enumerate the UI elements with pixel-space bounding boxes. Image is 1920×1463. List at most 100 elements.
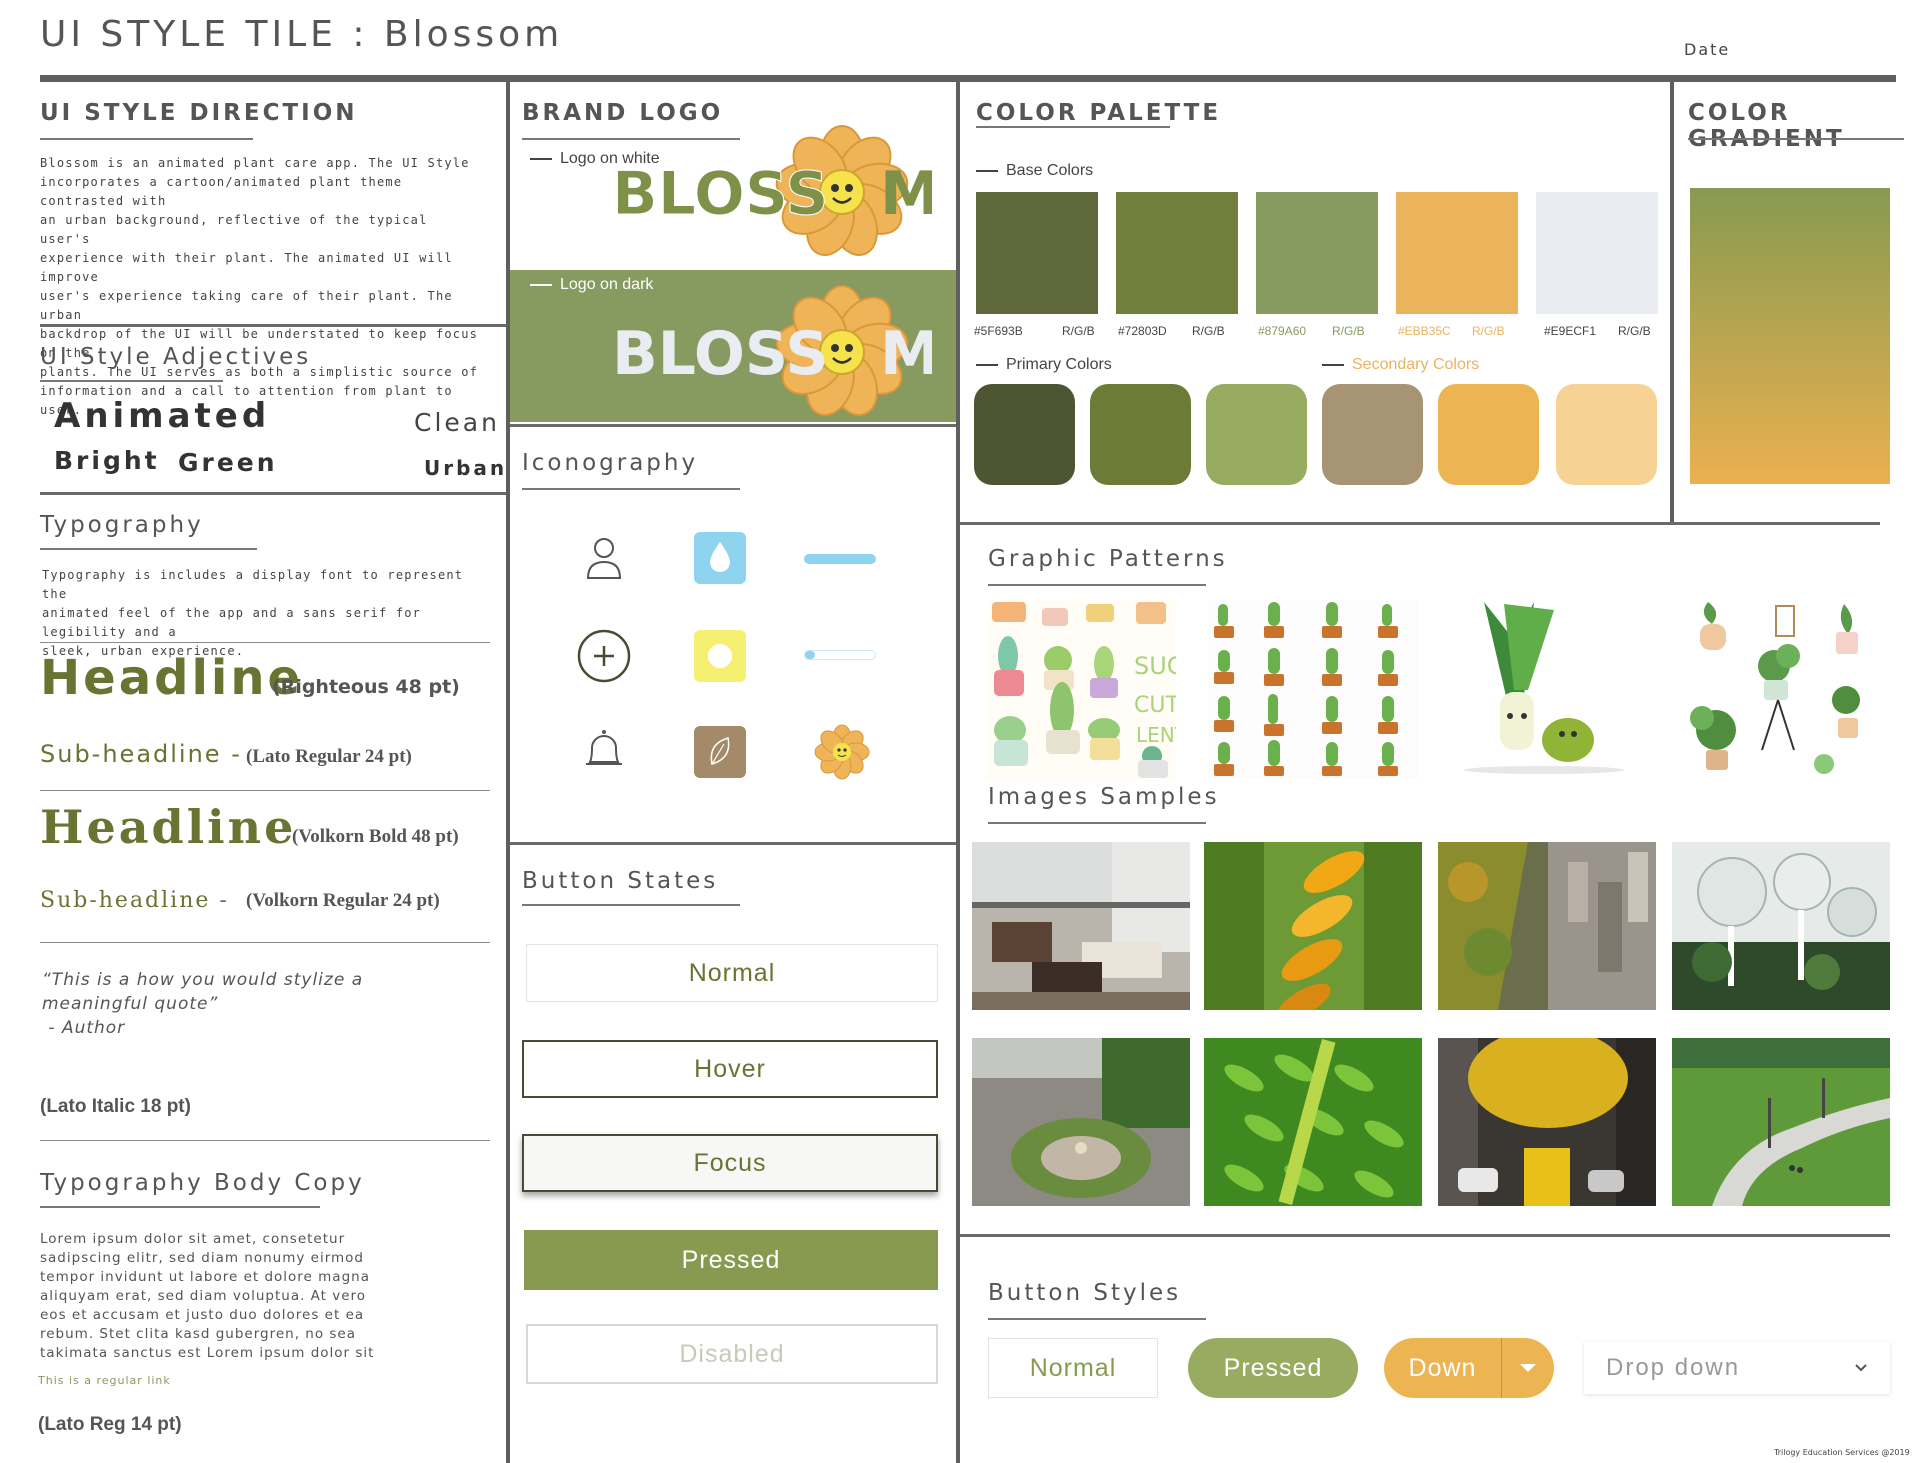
style-pressed-button[interactable]: Pressed <box>1188 1338 1358 1398</box>
secondary-color-swatch-3 <box>1556 384 1657 485</box>
svg-text:LENT: LENT <box>1136 723 1176 747</box>
base-color-hex-4: #EBB35C <box>1398 324 1451 338</box>
sun-icon <box>694 630 746 682</box>
state-pressed-button[interactable]: Pressed <box>524 1230 938 1290</box>
base-color-swatch-3 <box>1256 192 1378 314</box>
title-underline <box>988 822 1206 824</box>
title-underline <box>40 1206 320 1208</box>
bell-icon <box>582 726 626 778</box>
base-color-rgb-5: R/G/B <box>1618 324 1651 338</box>
leek-character-illustration <box>1444 600 1638 778</box>
state-hover-button[interactable]: Hover <box>522 1040 938 1098</box>
greenhouse-domes-photo <box>1672 842 1890 1010</box>
body-copy-text: Lorem ipsum dolor sit amet, consetetur sa… <box>40 1231 375 1361</box>
caret-down-icon <box>1520 1364 1536 1372</box>
style-normal-button[interactable]: Normal <box>988 1338 1158 1398</box>
primary-color-swatch-2 <box>1090 384 1191 485</box>
aerial-city-park-photo <box>1438 842 1656 1010</box>
logo-text: BLOSS <box>612 159 829 229</box>
base-color-swatch-1 <box>976 192 1098 314</box>
headline-serif-font-note: (Volkorn Bold 48 pt) <box>292 826 459 847</box>
divider <box>40 1140 490 1141</box>
title-underline <box>40 138 253 140</box>
section-divider <box>40 324 506 327</box>
button-states-title: Button States <box>522 868 719 894</box>
adjective-clean: Clean <box>414 408 500 437</box>
down-arrow-button[interactable] <box>1502 1338 1554 1398</box>
section-divider <box>960 522 1880 525</box>
primary-color-swatch-1 <box>974 384 1075 485</box>
column-divider <box>956 82 960 1463</box>
state-disabled-button[interactable]: Disabled <box>526 1324 938 1384</box>
dropdown-select[interactable]: Drop down <box>1584 1342 1890 1394</box>
down-button-label[interactable]: Down <box>1384 1338 1502 1398</box>
top-divider <box>40 75 1896 82</box>
adjective-animated: Animated <box>54 396 271 436</box>
progress-bar-full-icon <box>804 554 876 564</box>
typography-title: Typography <box>40 512 204 538</box>
graphic-patterns-title: Graphic Patterns <box>988 546 1228 572</box>
blossom-logo-white: BLOSS M <box>612 122 940 262</box>
base-color-swatch-5 <box>1536 192 1658 314</box>
base-color-rgb-4: R/G/B <box>1472 324 1505 338</box>
color-palette-title: COLOR PALETTE <box>976 100 1222 126</box>
typography-text: Typography is includes a display font to… <box>42 568 464 658</box>
water-drop-icon <box>694 532 746 584</box>
title-underline <box>988 584 1206 586</box>
cactus-grid-pattern <box>1208 600 1418 778</box>
adjective-bright: Bright <box>54 446 160 475</box>
base-color-hex-2: #72803D <box>1118 324 1167 338</box>
base-color-swatch-2 <box>1116 192 1238 314</box>
title-underline <box>40 548 257 550</box>
divider <box>40 642 490 643</box>
secondary-color-swatch-2 <box>1438 384 1539 485</box>
secondary-colors-label: Secondary Colors <box>1322 356 1479 374</box>
chevron-down-icon <box>1855 1364 1867 1372</box>
page-title: UI STYLE TILE : Blossom <box>40 14 564 55</box>
base-color-swatch-4 <box>1396 192 1518 314</box>
images-samples-title: Images Samples <box>988 784 1220 810</box>
iconography-title: Iconography <box>522 450 699 476</box>
logo-text: BLOSS <box>612 319 829 389</box>
secondary-color-swatch-1 <box>1322 384 1423 485</box>
base-colors-label: Base Colors <box>976 162 1093 180</box>
cartoon-succulents-pattern: SUC CUTE LENT <box>986 600 1176 780</box>
title-underline <box>976 126 1170 128</box>
adjective-green: Green <box>178 448 278 477</box>
section-divider <box>40 492 506 495</box>
state-normal-button[interactable]: Normal <box>526 944 938 1002</box>
regular-link[interactable]: This is a regular link <box>38 1374 171 1387</box>
section-divider <box>510 424 956 427</box>
base-color-rgb-1: R/G/B <box>1062 324 1095 338</box>
color-gradient-title: COLOR GRADIENT <box>1688 100 1845 152</box>
user-icon <box>584 536 624 584</box>
state-focus-button[interactable]: Focus <box>522 1134 938 1192</box>
style-down-split-button[interactable]: Down <box>1384 1338 1554 1398</box>
orange-leaves-photo <box>1204 842 1422 1010</box>
body-copy-title: Typography Body Copy <box>40 1170 365 1196</box>
svg-text:M: M <box>880 319 932 389</box>
adjective-urban: Urban <box>424 456 508 480</box>
base-color-rgb-2: R/G/B <box>1192 324 1225 338</box>
progress-bar-low-icon <box>804 650 876 660</box>
headline-sample-serif: Headline <box>40 800 297 854</box>
quote-sample: “This is a how you would stylize a meanin… <box>42 970 364 1038</box>
adjectives-title: UI Style Adjectives <box>40 344 312 370</box>
add-circle-icon[interactable] <box>576 628 632 688</box>
subheadline-font-note: (Lato Regular 24 pt) <box>246 746 412 767</box>
quote-font-note: (Lato Italic 18 pt) <box>40 1096 191 1117</box>
green-fern-leaves-photo <box>1204 1038 1422 1206</box>
potted-plants-illustration <box>1678 600 1878 778</box>
primary-color-swatch-3 <box>1206 384 1307 485</box>
headline-sample-display: Headline <box>40 650 304 706</box>
leaf-icon <box>694 726 746 778</box>
title-underline <box>988 1318 1206 1320</box>
svg-text:CUTE: CUTE <box>1134 693 1176 718</box>
yellow-tree-street-photo <box>1438 1038 1656 1206</box>
urban-park-path-photo <box>1672 1038 1890 1206</box>
balcony-photo <box>972 842 1190 1010</box>
title-underline <box>522 488 740 490</box>
base-color-rgb-3: R/G/B <box>1332 324 1365 338</box>
section-divider <box>510 842 956 845</box>
body-font-note: (Lato Reg 14 pt) <box>38 1414 182 1435</box>
